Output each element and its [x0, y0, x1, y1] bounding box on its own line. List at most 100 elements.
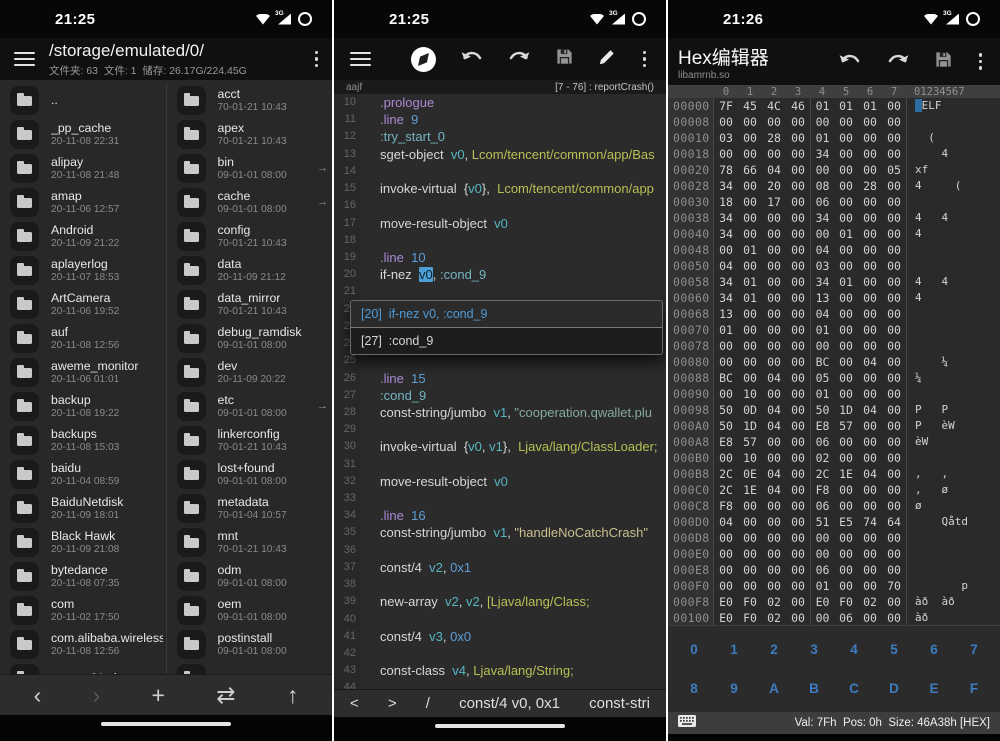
code-line[interactable]: [360, 645, 666, 662]
hex-byte-cell[interactable]: 20: [762, 178, 786, 194]
hex-byte-cell[interactable]: 00: [858, 194, 882, 210]
hex-byte-cell[interactable]: 08: [810, 178, 834, 194]
hex-byte-cell[interactable]: 2C: [714, 482, 738, 498]
hex-byte-cell[interactable]: 00: [858, 434, 882, 450]
hex-byte-cell[interactable]: 34: [810, 210, 834, 226]
back-button[interactable]: ‹: [34, 684, 42, 707]
file-item[interactable]: debug_ramdisk09-01-01 08:00: [167, 321, 333, 355]
code-line[interactable]: [360, 679, 666, 689]
hex-byte-cell[interactable]: 1D: [834, 402, 858, 418]
class-tab-label[interactable]: aajf: [346, 82, 362, 93]
code-line[interactable]: [360, 421, 666, 438]
ascii-cell[interactable]: èW: [906, 434, 1000, 450]
ascii-cell[interactable]: 4: [906, 226, 1000, 242]
current-path[interactable]: /storage/emulated/0/: [49, 41, 247, 61]
hex-byte-cell[interactable]: 00: [858, 210, 882, 226]
file-item[interactable]: bin09-01-01 08:00→: [167, 151, 333, 185]
hex-byte-cell[interactable]: 00: [882, 98, 906, 114]
ascii-cell[interactable]: [906, 194, 1000, 210]
hex-byte-cell[interactable]: 00: [762, 434, 786, 450]
file-item[interactable]: baidu20-11-04 08:59: [0, 457, 166, 491]
hex-byte-cell[interactable]: 02: [810, 450, 834, 466]
hex-byte-cell[interactable]: 46: [786, 98, 810, 114]
hex-byte-cell[interactable]: 00: [858, 290, 882, 306]
file-item[interactable]: apex70-01-21 10:43: [167, 117, 333, 151]
hex-byte-cell[interactable]: 00: [834, 482, 858, 498]
hex-byte-cell[interactable]: 02: [762, 594, 786, 610]
hex-byte-cell[interactable]: 50: [810, 402, 834, 418]
hex-byte-cell[interactable]: 06: [810, 498, 834, 514]
hex-byte-cell[interactable]: 00: [786, 562, 810, 578]
hex-byte-cell[interactable]: 00: [882, 338, 906, 354]
hex-byte-cell[interactable]: 00: [834, 370, 858, 386]
hex-byte-cell[interactable]: 00: [762, 226, 786, 242]
file-item[interactable]: bytedance20-11-08 07:35: [0, 559, 166, 593]
hex-byte-cell[interactable]: 00: [786, 258, 810, 274]
hex-byte-cell[interactable]: 1D: [738, 418, 762, 434]
hex-byte-cell[interactable]: 78: [714, 162, 738, 178]
hex-byte-cell[interactable]: 28: [762, 130, 786, 146]
hex-byte-cell[interactable]: 00: [762, 274, 786, 290]
hex-key-5[interactable]: 5: [890, 642, 898, 657]
edit-pencil-icon[interactable]: [597, 47, 617, 72]
hex-key-8[interactable]: 8: [690, 681, 698, 696]
hex-key-A[interactable]: A: [769, 681, 779, 696]
hex-byte-cell[interactable]: 00: [786, 402, 810, 418]
hex-byte-cell[interactable]: 00: [786, 290, 810, 306]
file-item[interactable]: com20-11-02 17:50: [0, 593, 166, 627]
hex-byte-cell[interactable]: 01: [714, 322, 738, 338]
hex-byte-cell[interactable]: 00: [858, 562, 882, 578]
hex-byte-cell[interactable]: 00: [786, 610, 810, 625]
hex-byte-cell[interactable]: 00: [786, 178, 810, 194]
hex-byte-cell[interactable]: 00: [762, 242, 786, 258]
hex-byte-cell[interactable]: 00: [714, 114, 738, 130]
hex-byte-cell[interactable]: 01: [810, 98, 834, 114]
hex-byte-cell[interactable]: 00: [810, 610, 834, 625]
hex-byte-cell[interactable]: 00: [786, 338, 810, 354]
hex-byte-cell[interactable]: 00: [882, 322, 906, 338]
hex-byte-cell[interactable]: 00: [786, 354, 810, 370]
hex-byte-cell[interactable]: 04: [762, 466, 786, 482]
hex-byte-cell[interactable]: 00: [882, 194, 906, 210]
hex-byte-cell[interactable]: 57: [738, 434, 762, 450]
hex-byte-cell[interactable]: 00: [762, 562, 786, 578]
hex-byte-cell[interactable]: 1E: [834, 466, 858, 482]
hex-byte-cell[interactable]: 04: [810, 242, 834, 258]
hex-byte-cell[interactable]: 00: [762, 146, 786, 162]
ascii-cell[interactable]: [906, 338, 1000, 354]
redo-icon[interactable]: [886, 51, 910, 73]
hex-byte-cell[interactable]: 00: [834, 338, 858, 354]
hex-byte-cell[interactable]: 00: [858, 306, 882, 322]
code-line[interactable]: const-string/jumbo v1, "handleNoCatchCra…: [360, 524, 666, 541]
ascii-cell[interactable]: [906, 306, 1000, 322]
hex-byte-cell[interactable]: 00: [858, 482, 882, 498]
ascii-cell[interactable]: P èW: [906, 418, 1000, 434]
hex-byte-cell[interactable]: 00: [738, 322, 762, 338]
hex-byte-cell[interactable]: E0: [714, 610, 738, 625]
hex-byte-cell[interactable]: F0: [738, 594, 762, 610]
hex-byte-cell[interactable]: 00: [882, 274, 906, 290]
hex-byte-cell[interactable]: 00: [882, 146, 906, 162]
code-area[interactable]: 1011121314151617181920212223242526272829…: [334, 94, 666, 689]
hex-byte-cell[interactable]: 00: [786, 482, 810, 498]
overflow-menu-icon[interactable]: [313, 49, 321, 69]
hex-byte-cell[interactable]: 00: [882, 402, 906, 418]
hex-byte-cell[interactable]: 00: [762, 322, 786, 338]
code-line[interactable]: .line 15: [360, 370, 666, 387]
hex-byte-cell[interactable]: 00: [762, 450, 786, 466]
file-item[interactable]: proc: [167, 661, 333, 674]
keyboard-toggle-icon[interactable]: [678, 714, 696, 732]
hex-byte-cell[interactable]: 28: [858, 178, 882, 194]
file-item[interactable]: com.cn21.vi: [0, 661, 166, 674]
hex-byte-cell[interactable]: 04: [810, 306, 834, 322]
symbar-item[interactable]: <: [350, 695, 359, 712]
hex-byte-cell[interactable]: 10: [738, 450, 762, 466]
file-item[interactable]: BaiduNetdisk20-11-09 18:01: [0, 491, 166, 525]
hex-byte-cell[interactable]: F8: [810, 482, 834, 498]
hex-byte-cell[interactable]: 06: [834, 610, 858, 625]
file-item[interactable]: alipay20-11-08 21:48: [0, 151, 166, 185]
hex-byte-cell[interactable]: 00: [786, 530, 810, 546]
hex-byte-cell[interactable]: 00: [738, 146, 762, 162]
file-item[interactable]: ArtCamera20-11-06 19:52: [0, 287, 166, 321]
hex-byte-cell[interactable]: 01: [810, 578, 834, 594]
